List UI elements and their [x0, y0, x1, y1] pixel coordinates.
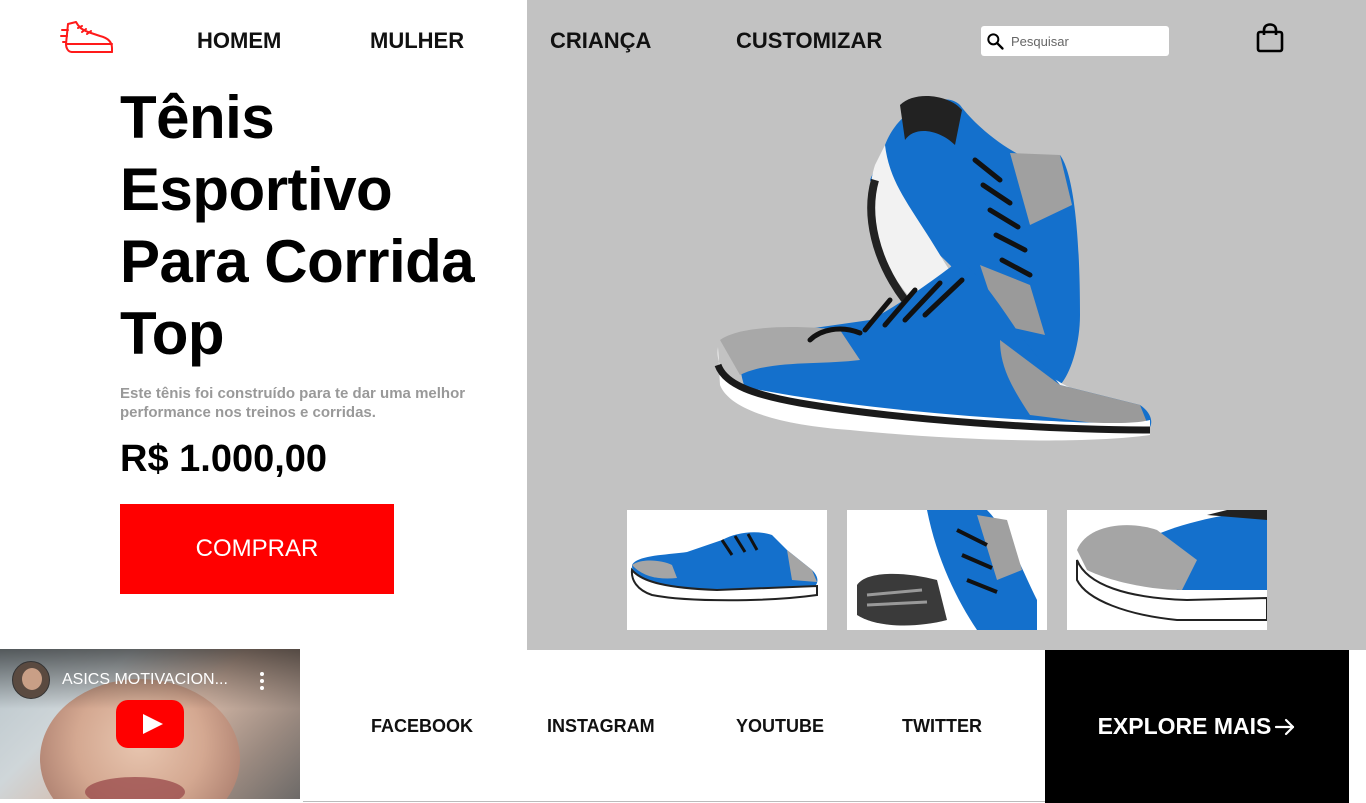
search-box[interactable]	[981, 26, 1169, 56]
explore-more-button[interactable]: EXPLORE MAIS	[1045, 650, 1349, 803]
nav-homem[interactable]: HOMEM	[197, 28, 281, 54]
channel-avatar[interactable]	[12, 661, 50, 699]
product-description: Este tênis foi construído para te dar um…	[120, 385, 466, 421]
youtube-play-icon[interactable]	[116, 700, 184, 748]
nav-mulher[interactable]: MULHER	[370, 28, 464, 54]
thumbnail-2[interactable]	[847, 510, 1047, 630]
product-price: R$ 1.000,00	[120, 438, 328, 480]
facebook-link[interactable]: FACEBOOK	[371, 716, 473, 737]
explore-more-label: EXPLORE MAIS	[1097, 713, 1272, 739]
product-title: Tênis Esportivo Para Corrida Top	[120, 84, 475, 367]
search-icon	[987, 33, 1004, 50]
thumbnail-3[interactable]	[1067, 510, 1267, 630]
instagram-link[interactable]: INSTAGRAM	[547, 716, 655, 737]
video-thumbnail-detail	[85, 777, 185, 799]
running-shoe-icon[interactable]	[60, 18, 116, 58]
twitter-link[interactable]: TWITTER	[902, 716, 982, 737]
nav-crianca[interactable]: CRIANÇA	[550, 28, 651, 54]
nav-customizar[interactable]: CUSTOMIZAR	[736, 28, 882, 54]
youtube-link[interactable]: YOUTUBE	[736, 716, 824, 737]
video-embed[interactable]: ASICS MOTIVACION...	[0, 649, 300, 799]
video-title[interactable]: ASICS MOTIVACION...	[62, 671, 228, 689]
shopping-bag-icon[interactable]	[1255, 22, 1285, 54]
buy-button[interactable]: COMPRAR	[120, 504, 394, 594]
thumbnail-1[interactable]	[627, 510, 827, 630]
more-vertical-icon[interactable]	[258, 671, 266, 691]
search-input[interactable]	[1011, 33, 1161, 49]
product-image	[714, 95, 1152, 441]
arrow-right-icon	[1275, 718, 1295, 735]
footer-divider	[303, 801, 1045, 802]
